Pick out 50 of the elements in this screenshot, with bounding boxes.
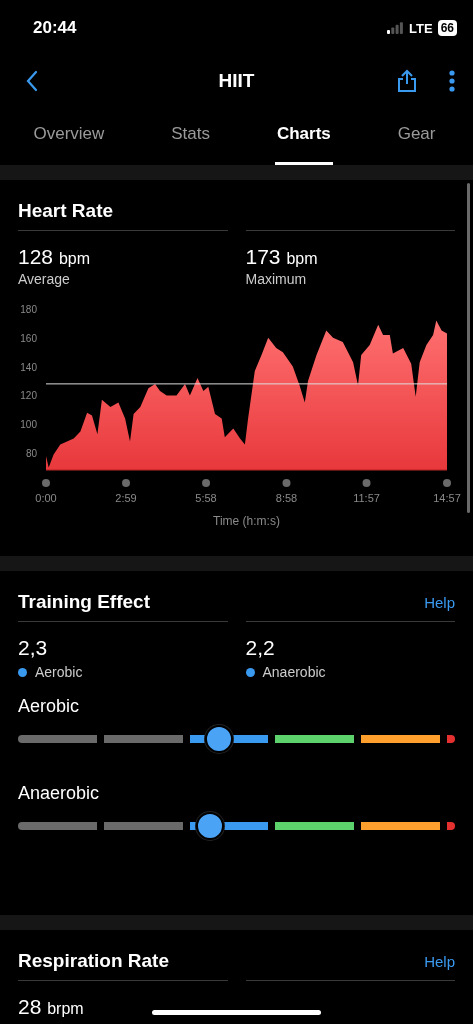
x-tick-dot — [202, 479, 211, 487]
battery-icon: 66 — [437, 20, 457, 36]
stat-value: 173 bpm — [245, 245, 319, 269]
x-tick-label: 11:57 — [353, 492, 380, 504]
y-tick-label: 100 — [20, 419, 37, 431]
network-label: LTE — [409, 20, 433, 36]
gauge-label: Anaerobic — [18, 783, 101, 804]
x-tick-dot — [42, 479, 50, 487]
scale-segment — [447, 735, 455, 743]
x-tick-label: 14:57 — [433, 492, 461, 504]
x-tick-label: 5:58 — [195, 492, 217, 504]
back-button[interactable] — [26, 70, 38, 92]
stat-label: Average — [18, 271, 71, 287]
y-tick-label: 80 — [25, 448, 37, 459]
scale-segment — [447, 822, 455, 830]
signal-icon — [387, 22, 405, 34]
tab[interactable]: Stats — [169, 106, 212, 165]
more-button[interactable] — [449, 70, 455, 92]
tab[interactable]: Overview — [31, 106, 107, 165]
y-tick-label: 120 — [20, 390, 37, 402]
gauge-label: Aerobic — [18, 696, 81, 717]
screen-title: HIIT — [218, 70, 255, 92]
x-tick-label: 8:58 — [275, 492, 298, 504]
section-title: Respiration Rate — [18, 950, 169, 972]
stat-label: Anaerobic — [262, 664, 326, 680]
tab[interactable]: Gear — [395, 106, 438, 165]
stat-value: 128 bpm — [18, 245, 91, 269]
stat-value: 2,3 — [18, 636, 49, 660]
help-link[interactable]: Help — [424, 952, 455, 970]
stat-label: Aerobic — [35, 664, 83, 680]
stat-value: 28 brpm — [18, 995, 85, 1019]
x-tick-dot — [443, 479, 451, 487]
help-link[interactable]: Help — [424, 593, 455, 611]
axis-title: Time (h:m:s) — [213, 514, 280, 528]
stat-value: 2,2 — [245, 636, 276, 660]
x-tick-dot — [282, 479, 291, 487]
stat-label: Maximum — [245, 271, 308, 287]
y-tick-label: 180 — [20, 304, 37, 315]
section-title: Training Effect — [18, 591, 150, 613]
share-button[interactable] — [397, 69, 417, 93]
legend-dot — [245, 667, 255, 677]
x-tick-dot — [362, 479, 371, 487]
x-tick-label: 2:59 — [115, 492, 137, 504]
legend-dot — [18, 667, 27, 677]
x-tick-label: 0:00 — [35, 492, 57, 504]
clock: 20:44 — [33, 18, 77, 38]
y-tick-label: 140 — [20, 361, 37, 373]
section-title: Heart Rate — [18, 200, 114, 222]
y-tick-label: 160 — [20, 332, 37, 344]
x-tick-dot — [122, 479, 130, 487]
